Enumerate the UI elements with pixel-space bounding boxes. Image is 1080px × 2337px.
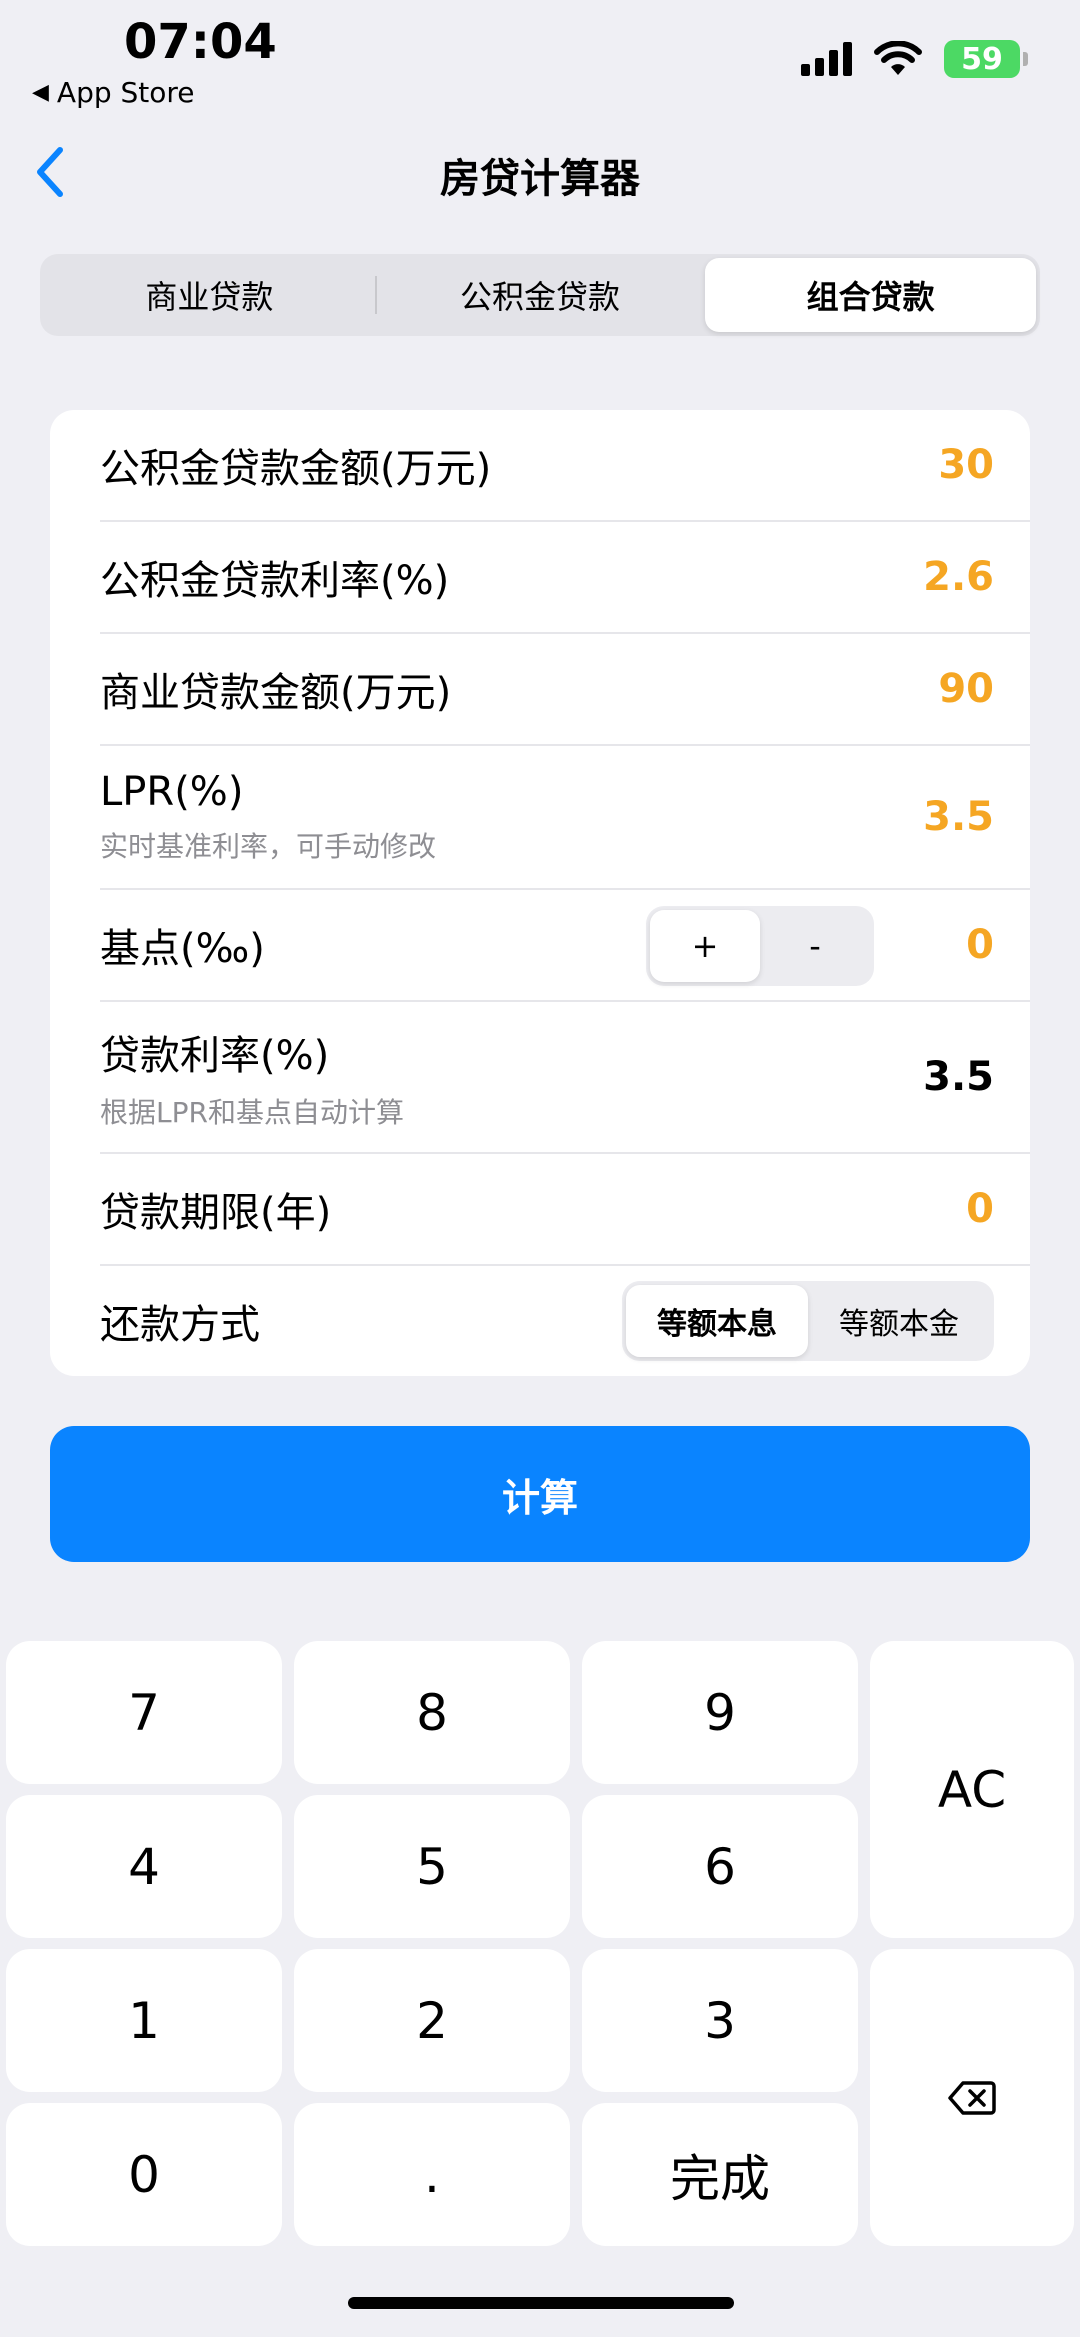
- key-4[interactable]: 4: [6, 1795, 282, 1938]
- basis-plus-button[interactable]: +: [650, 910, 760, 982]
- loan-rate-label: 贷款利率(%): [100, 1033, 330, 1079]
- row-fund-rate[interactable]: 公积金贷款利率(%) 2.6: [100, 522, 1030, 634]
- basis-points-label: 基点(‰): [100, 926, 265, 972]
- status-indicators: 59: [801, 40, 1028, 78]
- row-repayment-method: 还款方式 等额本息 等额本金: [100, 1266, 1030, 1376]
- fund-rate-label: 公积金贷款利率(%): [100, 558, 450, 604]
- battery-icon: 59: [944, 40, 1028, 78]
- key-1[interactable]: 1: [6, 1949, 282, 2092]
- lpr-text: LPR(%) 实时基准利率，可手动修改: [100, 769, 436, 865]
- row-basis-points: 基点(‰) + - 0: [100, 890, 1030, 1002]
- key-9[interactable]: 9: [582, 1641, 858, 1784]
- loan-rate-hint: 根据LPR和基点自动计算: [100, 1096, 404, 1129]
- status-time: 07:04: [124, 14, 277, 70]
- tab-provident-fund[interactable]: 公积金贷款: [374, 258, 706, 332]
- key-5[interactable]: 5: [294, 1795, 570, 1938]
- repayment-option-equal-principal[interactable]: 等额本金: [808, 1285, 990, 1357]
- row-commercial-amount[interactable]: 商业贷款金额(万元) 90: [100, 634, 1030, 746]
- fund-rate-value[interactable]: 2.6: [923, 554, 994, 600]
- row-loan-term[interactable]: 贷款期限(年) 0: [100, 1154, 1030, 1266]
- key-clear[interactable]: AC: [870, 1641, 1074, 1938]
- commercial-amount-value[interactable]: 90: [938, 666, 994, 712]
- basis-points-value[interactable]: 0: [966, 922, 994, 968]
- key-0[interactable]: 0: [6, 2103, 282, 2246]
- repayment-method-label: 还款方式: [100, 1302, 260, 1348]
- loan-type-tabs: 商业贷款 公积金贷款 组合贷款: [40, 254, 1040, 336]
- tab-combined[interactable]: 组合贷款: [705, 258, 1037, 332]
- wifi-icon: [874, 41, 922, 75]
- key-done[interactable]: 完成: [582, 2103, 858, 2246]
- repayment-method-selector: 等额本息 等额本金: [622, 1281, 994, 1361]
- signal-icon: [801, 42, 852, 76]
- loan-term-value[interactable]: 0: [966, 1186, 994, 1232]
- back-app-label: App Store: [56, 76, 195, 109]
- key-6[interactable]: 6: [582, 1795, 858, 1938]
- key-dot[interactable]: .: [294, 2103, 570, 2246]
- home-indicator[interactable]: [348, 2297, 734, 2309]
- screen: 07:04 ◀ App Store 59 房贷计算器 商业贷款 公积金贷款 组合…: [0, 0, 1080, 2337]
- key-2[interactable]: 2: [294, 1949, 570, 2092]
- delete-left-icon: [948, 2080, 996, 2115]
- battery-level: 59: [961, 41, 1003, 77]
- page-title: 房贷计算器: [440, 156, 640, 202]
- repayment-option-equal-installment[interactable]: 等额本息: [626, 1285, 808, 1357]
- back-triangle-icon: ◀: [32, 80, 49, 105]
- tab-commercial[interactable]: 商业贷款: [44, 258, 375, 332]
- lpr-label: LPR(%): [100, 769, 244, 815]
- key-3[interactable]: 3: [582, 1949, 858, 2092]
- basis-points-stepper: + -: [646, 906, 874, 986]
- loan-rate-text: 贷款利率(%) 根据LPR和基点自动计算: [100, 1023, 404, 1131]
- commercial-amount-label: 商业贷款金额(万元): [100, 670, 452, 716]
- lpr-value[interactable]: 3.5: [923, 794, 994, 840]
- key-7[interactable]: 7: [6, 1641, 282, 1784]
- loan-rate-value: 3.5: [923, 1054, 994, 1100]
- key-8[interactable]: 8: [294, 1641, 570, 1784]
- back-to-app-link[interactable]: ◀ App Store: [32, 76, 195, 109]
- fund-amount-value[interactable]: 30: [938, 442, 994, 488]
- basis-minus-button[interactable]: -: [760, 910, 870, 982]
- row-loan-rate: 贷款利率(%) 根据LPR和基点自动计算 3.5: [100, 1002, 1030, 1154]
- fund-amount-label: 公积金贷款金额(万元): [100, 446, 492, 492]
- row-fund-amount[interactable]: 公积金贷款金额(万元) 30: [100, 410, 1030, 522]
- row-lpr[interactable]: LPR(%) 实时基准利率，可手动修改 3.5: [100, 746, 1030, 890]
- loan-term-label: 贷款期限(年): [100, 1190, 332, 1236]
- calculate-button[interactable]: 计算: [50, 1426, 1030, 1562]
- key-delete[interactable]: [870, 1949, 1074, 2246]
- lpr-hint: 实时基准利率，可手动修改: [100, 830, 437, 863]
- loan-form-card: 公积金贷款金额(万元) 30 公积金贷款利率(%) 2.6 商业贷款金额(万元)…: [50, 410, 1030, 1376]
